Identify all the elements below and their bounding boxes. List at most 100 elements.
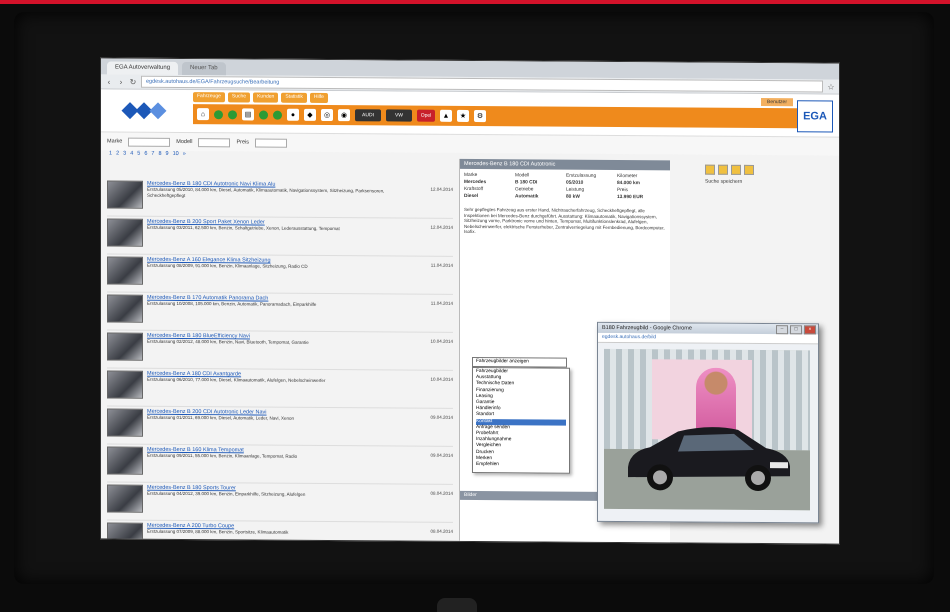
sidebar-icons bbox=[701, 161, 833, 180]
maximize-icon[interactable]: □ bbox=[790, 325, 802, 335]
folder-icon[interactable] bbox=[705, 164, 715, 175]
brand-toolbar: ⌂ ▤ ● ◆ ◎ ◉ AUDI VW Opel ▲ ★ ⚙ bbox=[193, 104, 797, 129]
page-link[interactable]: 9 bbox=[166, 151, 169, 161]
menu-item-search[interactable]: Suche bbox=[227, 92, 251, 103]
field-value: 13.990 EUR bbox=[617, 195, 644, 201]
list-item[interactable]: Mercedes-Benz B 170 Automatik Panorama D… bbox=[107, 292, 453, 333]
result-desc: Erstzulassung 05/2010, 84.000 km, Diesel… bbox=[147, 186, 385, 198]
result-desc: Erstzulassung 04/2012, 39.000 km, Benzin… bbox=[147, 490, 306, 497]
field-value: 80 kW bbox=[566, 194, 580, 200]
car-thumbnail[interactable] bbox=[107, 446, 143, 475]
menu-item-help[interactable]: Hilfe bbox=[309, 92, 328, 104]
field-value: Mercedes bbox=[464, 179, 487, 186]
tab-new[interactable]: Neuer Tab bbox=[182, 61, 226, 76]
monitor-screen: EGA Autoverwaltung Neuer Tab ‹ › ↻ egdes… bbox=[100, 57, 840, 545]
page-link[interactable]: 6 bbox=[144, 151, 147, 161]
star-icon[interactable]: ☆ bbox=[827, 82, 835, 91]
bmw-icon[interactable]: ● bbox=[287, 108, 299, 121]
result-date: 10.04.2014 bbox=[430, 338, 453, 344]
save-search-link[interactable]: Suche speichern bbox=[701, 179, 833, 186]
dropdown-option[interactable]: Empfehlen bbox=[476, 462, 566, 469]
top-red-strip bbox=[0, 0, 950, 4]
car-thumbnail[interactable] bbox=[107, 294, 143, 323]
brand-icon[interactable]: ◉ bbox=[338, 109, 350, 122]
list-item[interactable]: Mercedes-Benz A 160 Elegance Klima Sitzh… bbox=[107, 254, 453, 295]
home-icon[interactable]: ⌂ bbox=[197, 108, 209, 121]
section-dropdown: Fahrzeugbilder Ausstattung Technische Da… bbox=[472, 367, 570, 474]
main-menu: Fahrzeuge Suche Kunden Statistik Hilfe bbox=[193, 92, 328, 104]
page-link[interactable]: 3 bbox=[123, 151, 126, 161]
note-icon[interactable] bbox=[718, 164, 728, 175]
app-header: Fahrzeuge Suche Kunden Statistik Hilfe ⌂… bbox=[101, 89, 839, 138]
price-select[interactable] bbox=[255, 137, 288, 148]
car-thumbnail[interactable] bbox=[107, 484, 143, 513]
list-item[interactable]: Mercedes-Benz B 160 Klima Tempomat Erstzu… bbox=[107, 444, 453, 485]
brand-icon[interactable]: ◆ bbox=[304, 108, 316, 121]
forward-icon[interactable]: › bbox=[117, 77, 125, 86]
brand-icon[interactable]: ▲ bbox=[440, 109, 452, 122]
car-illustration bbox=[628, 427, 790, 492]
brand-badge-audi[interactable]: AUDI bbox=[355, 109, 381, 122]
popup-url[interactable]: egdesk.autohaus.de/bild bbox=[598, 332, 818, 345]
page-link[interactable]: 2 bbox=[116, 151, 119, 161]
result-date: 08.04.2014 bbox=[430, 528, 453, 534]
next-icon[interactable] bbox=[228, 109, 237, 119]
next-icon[interactable] bbox=[214, 109, 223, 119]
vehicle-photo bbox=[604, 348, 810, 511]
user-badge[interactable]: Benutzer bbox=[760, 98, 793, 107]
car-thumbnail[interactable] bbox=[107, 218, 143, 247]
reload-icon[interactable]: ↻ bbox=[129, 77, 137, 86]
section-select[interactable]: Fahrzeugbilder anzeigen bbox=[472, 357, 567, 368]
doc-icon[interactable]: ▤ bbox=[242, 108, 254, 121]
result-date: 09.04.2014 bbox=[430, 452, 453, 458]
print-icon[interactable] bbox=[731, 164, 741, 175]
page-link[interactable]: 5 bbox=[137, 151, 140, 161]
detail-description: Sehr gepflegtes Fahrzeug aus erster Hand… bbox=[464, 206, 665, 235]
page-link[interactable]: 10 bbox=[173, 151, 179, 161]
list-item[interactable]: Mercedes-Benz B 180 BlueEfficiency Navi E… bbox=[107, 330, 453, 371]
model-select[interactable] bbox=[198, 137, 231, 147]
minimize-icon[interactable]: – bbox=[776, 325, 788, 335]
result-desc: Erstzulassung 01/2011, 69.000 km, Diesel… bbox=[147, 414, 295, 421]
result-desc: Erstzulassung 08/2009, 91.000 km, Benzin… bbox=[147, 262, 308, 269]
next-icon[interactable] bbox=[273, 110, 282, 120]
list-item[interactable]: Mercedes-Benz B 200 CDI Autotronic Leder… bbox=[107, 406, 453, 447]
page-link[interactable]: 1 bbox=[109, 150, 112, 160]
field-label: Kilometer bbox=[617, 174, 638, 180]
filter-label-price: Preis bbox=[236, 139, 250, 146]
car-thumbnail[interactable] bbox=[107, 256, 143, 285]
field-label: Getriebe bbox=[515, 187, 534, 193]
brand-icon[interactable]: ★ bbox=[457, 109, 469, 122]
menu-item-vehicles[interactable]: Fahrzeuge bbox=[193, 92, 225, 103]
menu-item-customers[interactable]: Kunden bbox=[253, 92, 279, 103]
popup-titlebar[interactable]: B180 Fahrzeugbild - Google Chrome – □ × bbox=[598, 322, 818, 335]
app-logo[interactable] bbox=[109, 93, 179, 128]
field-label: Marke bbox=[464, 172, 478, 179]
list-item[interactable]: Mercedes-Benz B 180 Sports Tourer Erstzul… bbox=[107, 482, 453, 523]
back-icon[interactable]: ‹ bbox=[105, 77, 113, 86]
car-thumbnail[interactable] bbox=[107, 180, 143, 209]
brand-badge-opel[interactable]: Opel bbox=[417, 109, 435, 122]
field-value: 05/2010 bbox=[566, 180, 584, 186]
page-link[interactable]: 4 bbox=[130, 151, 133, 161]
mail-icon[interactable] bbox=[744, 164, 754, 175]
brand-badge-vw[interactable]: VW bbox=[386, 109, 412, 122]
list-item[interactable]: Mercedes-Benz B 200 Sport Paket Xenon Le… bbox=[107, 216, 453, 257]
close-icon[interactable]: × bbox=[804, 325, 816, 335]
car-thumbnail[interactable] bbox=[107, 370, 143, 399]
list-item[interactable]: Mercedes-Benz A 180 CDI Avantgarde Erstzu… bbox=[107, 368, 453, 409]
page-link[interactable]: 7 bbox=[151, 151, 154, 161]
list-item[interactable]: Mercedes-Benz B 180 CDI Autotronic Navi … bbox=[107, 178, 453, 219]
brand-icon[interactable]: ◎ bbox=[321, 108, 333, 122]
brand-input[interactable] bbox=[128, 137, 171, 147]
tab-active[interactable]: EGA Autoverwaltung bbox=[107, 61, 179, 75]
filter-label-brand: Marke bbox=[107, 138, 123, 145]
menu-item-stats[interactable]: Statistik bbox=[281, 92, 307, 103]
settings-icon[interactable]: ⚙ bbox=[474, 110, 486, 123]
next-icon[interactable] bbox=[259, 110, 268, 120]
monitor-stand bbox=[437, 598, 477, 612]
page-link[interactable]: 8 bbox=[158, 151, 161, 161]
page-next[interactable]: » bbox=[183, 151, 186, 161]
car-thumbnail[interactable] bbox=[107, 408, 143, 437]
car-thumbnail[interactable] bbox=[107, 332, 143, 361]
